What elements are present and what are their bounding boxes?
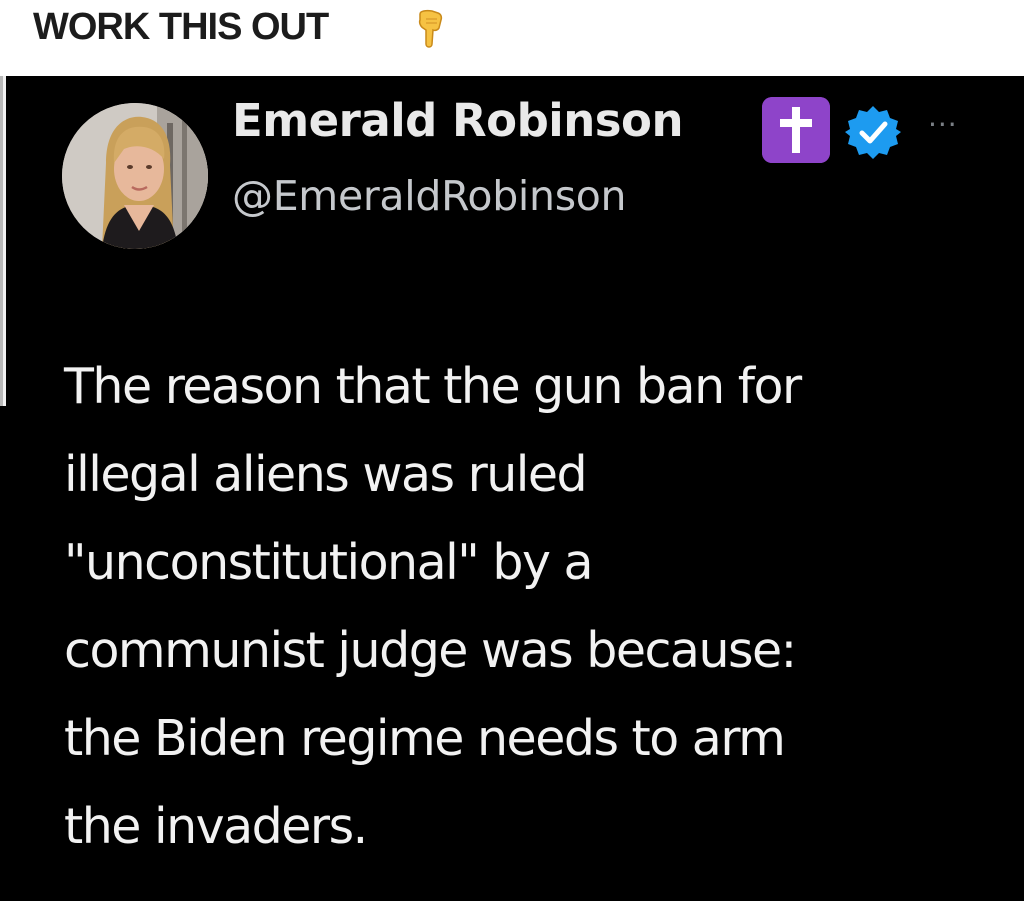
verified-check-icon — [845, 106, 901, 159]
author-handle[interactable]: @EmeraldRobinson — [232, 172, 627, 220]
left-edge-divider-line — [0, 76, 3, 406]
profile-photo — [62, 103, 208, 249]
caption-banner: WORK THIS OUT — [0, 0, 1024, 76]
caption-text: WORK THIS OUT — [33, 6, 329, 48]
screenshot: WORK THIS OUT Emerald Robinson ··· @Emer… — [0, 0, 1024, 901]
more-options-button[interactable]: ··· — [928, 108, 958, 141]
tweet-body-line: "unconstitutional" by a — [64, 534, 594, 591]
tweet-body: The reason that the gun ban for illegal … — [64, 343, 1014, 871]
tweet-body-line: illegal aliens was ruled — [64, 446, 588, 503]
latin-cross-emoji-icon — [762, 97, 830, 163]
tweet-body-line: the Biden regime needs to arm — [64, 710, 786, 767]
tweet-body-line: communist judge was because: — [64, 622, 797, 679]
pointing-down-hand-icon — [418, 9, 443, 48]
avatar[interactable] — [62, 103, 208, 249]
tweet-body-line: The reason that the gun ban for — [64, 358, 802, 415]
tweet-body-line: the invaders. — [64, 798, 368, 855]
author-display-name[interactable]: Emerald Robinson — [232, 94, 684, 147]
